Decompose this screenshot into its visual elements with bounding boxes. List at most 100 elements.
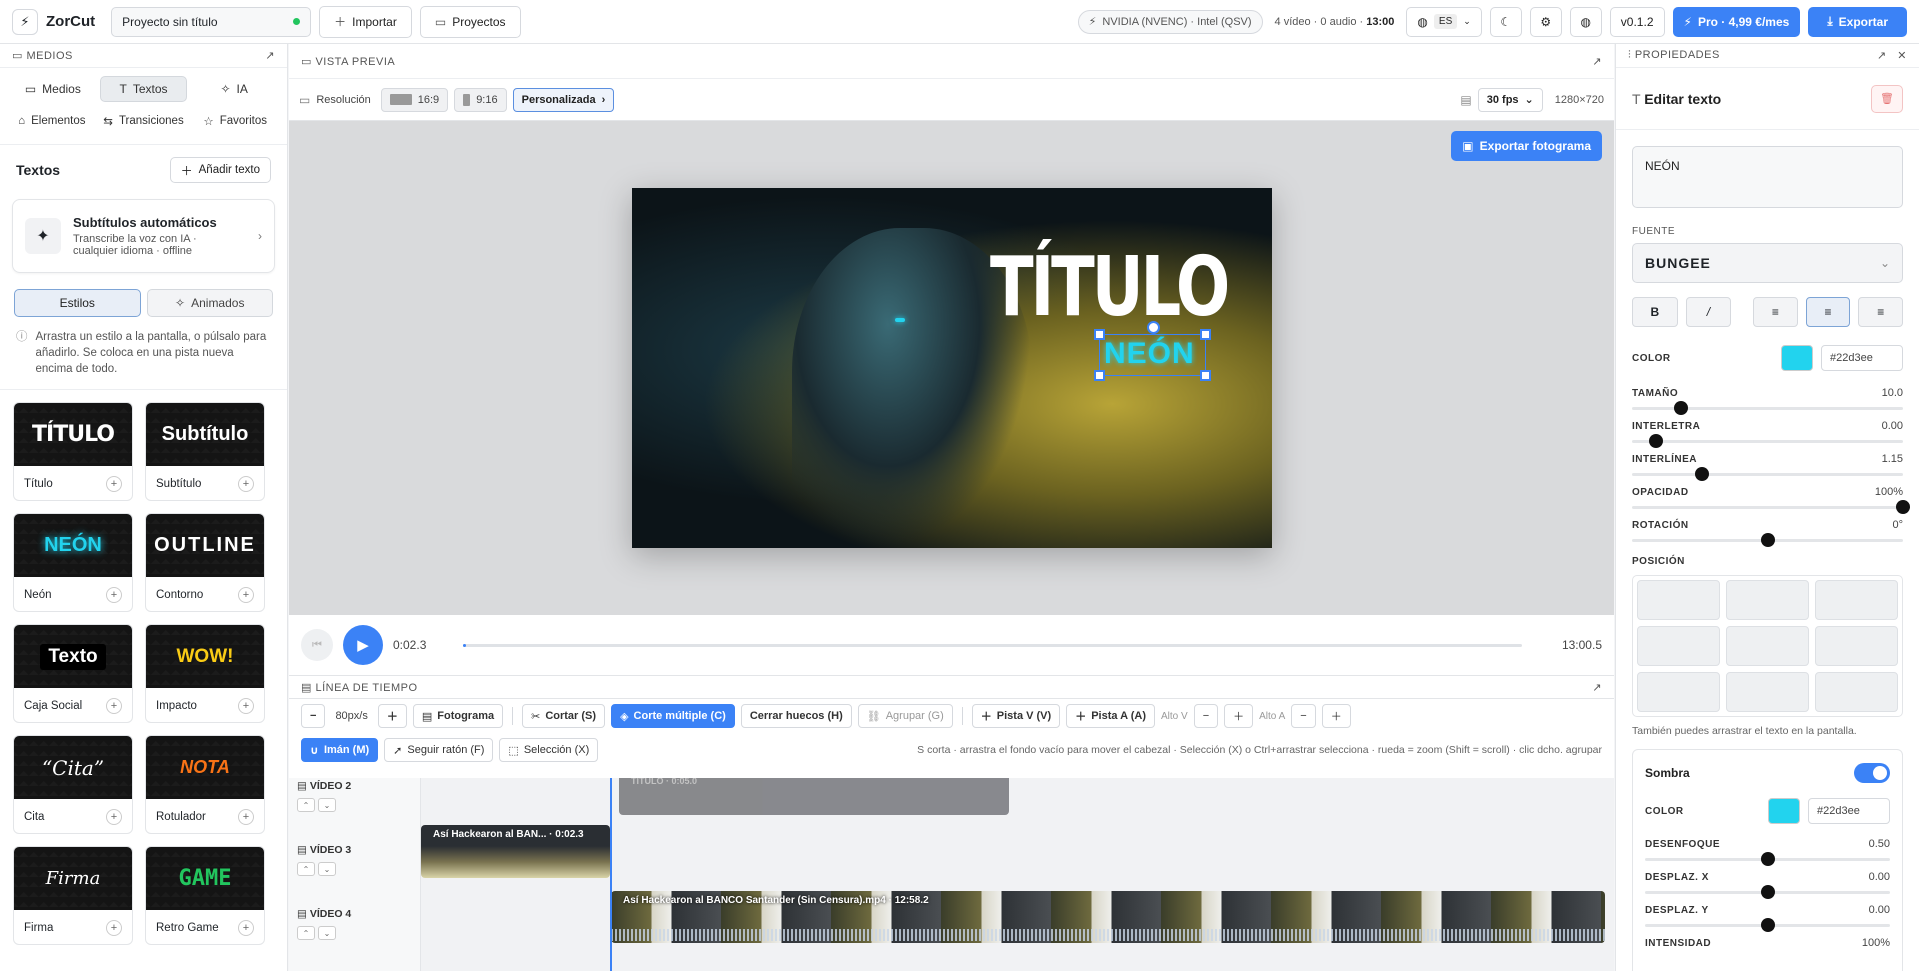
import-button[interactable]: ＋ Importar bbox=[319, 5, 412, 38]
slider-knob[interactable] bbox=[1649, 434, 1664, 448]
scrub-bar[interactable] bbox=[463, 643, 1522, 647]
color-swatch[interactable] bbox=[1781, 345, 1813, 371]
tab-elements[interactable]: ⌂ Elementos bbox=[8, 108, 96, 134]
add-audio-track-button[interactable]: ＋ Pista A (A) bbox=[1066, 704, 1155, 728]
audio-height-decrease[interactable]: − bbox=[1291, 704, 1316, 728]
move-down-button[interactable]: ⌄ bbox=[318, 862, 336, 876]
plus-icon[interactable]: + bbox=[238, 698, 254, 714]
cut-button[interactable]: ✂ Cortar (S) bbox=[522, 704, 606, 728]
tab-transitions[interactable]: ⇆ Transiciones bbox=[100, 108, 188, 134]
custom-ratio-button[interactable]: Personalizada › bbox=[512, 87, 615, 112]
tab-texts[interactable]: T Textos bbox=[99, 76, 188, 102]
tab-animated[interactable]: ✧ Animados bbox=[146, 289, 273, 317]
move-up-button[interactable]: ⌃ bbox=[297, 798, 315, 812]
style-card[interactable]: Subtítulo Subtítulo + bbox=[145, 402, 265, 501]
style-card[interactable]: Texto Caja Social + bbox=[13, 624, 133, 723]
style-card[interactable]: GAME Retro Game + bbox=[145, 846, 265, 945]
plus-icon[interactable]: + bbox=[238, 587, 254, 603]
close-gaps-button[interactable]: Cerrar huecos (H) bbox=[740, 704, 852, 728]
video-canvas[interactable]: TÍTULO NEÓN bbox=[632, 188, 1272, 548]
skip-back-button[interactable]: ⏮ bbox=[301, 629, 333, 661]
style-card[interactable]: NEÓN Neón + bbox=[13, 513, 133, 612]
plus-icon[interactable]: + bbox=[106, 698, 122, 714]
video-3-clip[interactable]: Así Hackearon al BAN... · 0:02.3 bbox=[421, 825, 610, 878]
move-down-button[interactable]: ⌄ bbox=[318, 798, 336, 812]
settings-button[interactable]: ⚙ bbox=[1529, 6, 1562, 37]
timeline-tracks[interactable]: ▤ VÍDEO 2 ⌃ ⌄ ▤ VÍDEO 3 ⌃ ⌄ ▤ VÍDEO 4 ⌃ ⌄ TÍTU… bbox=[289, 778, 1614, 971]
title-overlay[interactable]: TÍTULO bbox=[990, 240, 1230, 335]
align-center-button[interactable]: ≡ bbox=[1805, 297, 1851, 327]
popout-icon[interactable]: ↗ bbox=[1877, 50, 1887, 62]
plus-icon[interactable]: + bbox=[238, 920, 254, 936]
slider-knob[interactable] bbox=[1760, 918, 1775, 932]
position-cell[interactable] bbox=[1726, 580, 1809, 620]
offset-x-slider[interactable] bbox=[1645, 885, 1890, 899]
position-cell[interactable] bbox=[1637, 626, 1720, 666]
tab-ai[interactable]: ✧ IA bbox=[191, 76, 277, 102]
title-clip[interactable]: TÍTULO · 0:05.0 bbox=[619, 778, 1009, 815]
shadow-toggle[interactable] bbox=[1854, 763, 1890, 783]
shadow-color-swatch[interactable] bbox=[1768, 798, 1800, 824]
multicut-button[interactable]: ◈ Corte múltiple (C) bbox=[611, 704, 735, 728]
popout-icon[interactable]: ↗ bbox=[1592, 681, 1602, 694]
slider-knob[interactable] bbox=[1896, 500, 1910, 514]
export-frame-button[interactable]: ▣ Exportar fotograma bbox=[1451, 131, 1602, 161]
project-name-field[interactable]: Proyecto sin título bbox=[111, 6, 312, 37]
size-slider[interactable] bbox=[1632, 401, 1903, 415]
delete-button[interactable]: 🗑 bbox=[1871, 84, 1903, 113]
resize-handle[interactable] bbox=[1094, 370, 1105, 381]
video-4-clip[interactable]: Así Hackearon al BANCO Santander (Sin Ce… bbox=[611, 891, 1605, 943]
popout-icon[interactable]: ↗ bbox=[1592, 55, 1602, 68]
text-input[interactable]: NEÓN bbox=[1632, 146, 1903, 208]
ratio-16-9-button[interactable]: 16:9 bbox=[380, 87, 449, 112]
play-button[interactable]: ▶ bbox=[343, 625, 383, 665]
italic-button[interactable]: / bbox=[1685, 297, 1732, 327]
export-button[interactable]: ⤓ Exportar bbox=[1808, 6, 1907, 37]
position-cell[interactable] bbox=[1815, 580, 1898, 620]
position-cell[interactable] bbox=[1637, 580, 1720, 620]
line-height-slider[interactable] bbox=[1632, 467, 1903, 481]
frame-button[interactable]: ▤ Fotograma bbox=[412, 704, 504, 728]
blur-slider[interactable] bbox=[1645, 852, 1890, 866]
web-button[interactable]: ◍ bbox=[1569, 6, 1602, 37]
slider-knob[interactable] bbox=[1760, 885, 1775, 899]
rotate-handle[interactable] bbox=[1147, 321, 1160, 334]
add-text-button[interactable]: ＋ Añadir texto bbox=[169, 157, 271, 183]
move-down-button[interactable]: ⌄ bbox=[318, 926, 336, 940]
plus-icon[interactable]: + bbox=[106, 920, 122, 936]
move-up-button[interactable]: ⌃ bbox=[297, 926, 315, 940]
language-select[interactable]: ◍ ES ⌄ bbox=[1406, 6, 1482, 37]
plus-icon[interactable]: + bbox=[106, 476, 122, 492]
position-cell[interactable] bbox=[1815, 626, 1898, 666]
playhead[interactable] bbox=[610, 778, 612, 971]
align-left-button[interactable]: ≡ bbox=[1753, 297, 1798, 327]
ratio-9-16-button[interactable]: 9:16 bbox=[454, 87, 507, 112]
tab-favorites[interactable]: ☆ Favoritos bbox=[191, 108, 279, 134]
offset-y-slider[interactable] bbox=[1645, 918, 1890, 932]
pro-button[interactable]: ⚡ Pro · 4,99 €/mes bbox=[1672, 6, 1801, 37]
zoom-in-button[interactable]: ＋ bbox=[377, 704, 407, 728]
opacity-slider[interactable] bbox=[1632, 500, 1910, 514]
add-video-track-button[interactable]: ＋ Pista V (V) bbox=[971, 704, 1061, 728]
slider-knob[interactable] bbox=[1760, 533, 1775, 547]
shadow-hex-input[interactable]: #22d3ee bbox=[1808, 798, 1890, 824]
plus-icon[interactable]: + bbox=[238, 809, 254, 825]
projects-button[interactable]: ▭ Proyectos bbox=[419, 5, 521, 38]
fps-select[interactable]: 30 fps ⌄ bbox=[1477, 87, 1543, 112]
font-select[interactable]: BUNGEE ⌄ bbox=[1632, 243, 1903, 283]
audio-height-increase[interactable]: ＋ bbox=[1321, 704, 1351, 728]
slider-knob[interactable] bbox=[1695, 467, 1710, 481]
resize-handle[interactable] bbox=[1200, 370, 1211, 381]
position-cell[interactable] bbox=[1637, 672, 1720, 712]
style-card[interactable]: OUTLINE Contorno + bbox=[145, 513, 265, 612]
follow-mouse-button[interactable]: ➚ Seguir ratón (F) bbox=[384, 738, 494, 762]
style-card[interactable]: NOTA Rotulador + bbox=[145, 735, 265, 834]
video-height-increase[interactable]: ＋ bbox=[1224, 704, 1254, 728]
magnet-button[interactable]: ∪ Imán (M) bbox=[301, 738, 379, 762]
plus-icon[interactable]: + bbox=[106, 587, 122, 603]
version-badge[interactable]: v0.1.2 bbox=[1609, 6, 1665, 37]
preview-stage[interactable]: ▣ Exportar fotograma TÍTULO NEÓN bbox=[289, 121, 1614, 615]
position-cell[interactable] bbox=[1726, 626, 1809, 666]
resize-handle[interactable] bbox=[1200, 329, 1211, 340]
position-cell[interactable] bbox=[1815, 672, 1898, 712]
